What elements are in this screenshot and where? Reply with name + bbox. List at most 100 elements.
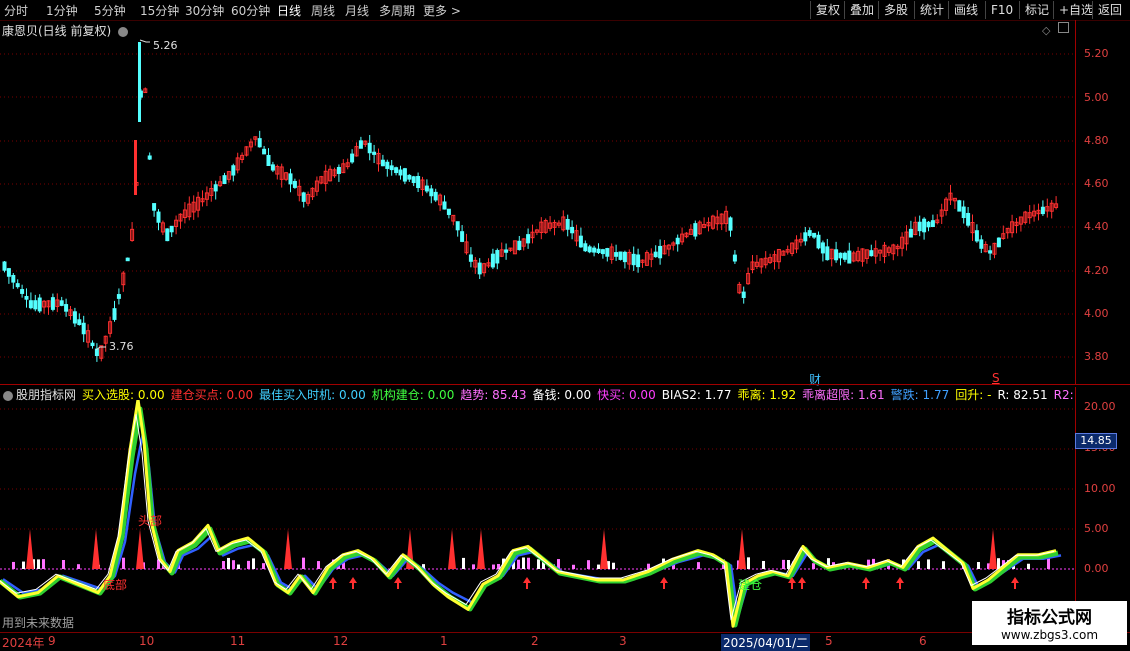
signal-bar bbox=[227, 557, 230, 569]
buy-arrow bbox=[329, 577, 337, 589]
mark-button[interactable]: 标记 bbox=[1019, 1, 1054, 19]
flame-spike bbox=[477, 529, 485, 569]
candle-body bbox=[926, 221, 931, 228]
candle-body bbox=[262, 148, 267, 155]
price-tick: 4.60 bbox=[1084, 177, 1109, 190]
buy-arrow bbox=[394, 577, 402, 589]
candle-body bbox=[446, 208, 451, 215]
watermark-url: www.zbgs3.com bbox=[1000, 628, 1099, 642]
candle-body bbox=[213, 184, 218, 192]
signal-bar bbox=[302, 557, 305, 569]
candle-body bbox=[28, 300, 33, 309]
candle-body bbox=[596, 248, 601, 254]
candle-body bbox=[460, 231, 465, 242]
candle-body bbox=[367, 142, 372, 154]
indicator-axis: 20.00 15.00 10.00 5.00 0.00 bbox=[1075, 387, 1130, 632]
signal-bar bbox=[522, 557, 525, 569]
date-tick: 3 bbox=[619, 634, 627, 648]
signal-bar bbox=[472, 564, 475, 569]
indicator-tick: 10.00 bbox=[1084, 482, 1116, 495]
period-tab-15min[interactable]: 15分钟 bbox=[140, 2, 179, 19]
buy-arrow bbox=[660, 577, 668, 589]
high-price-label: 5.26 bbox=[153, 39, 178, 52]
candle-body bbox=[15, 283, 20, 288]
fuquan-button[interactable]: 复权 bbox=[810, 1, 845, 19]
gear-icon[interactable] bbox=[3, 390, 13, 401]
candle-body bbox=[930, 220, 935, 228]
indicator-gridlines bbox=[0, 408, 1075, 570]
candle-body bbox=[402, 168, 407, 182]
date-tick: 11 bbox=[230, 634, 246, 648]
overlay-button[interactable]: 叠加 bbox=[844, 1, 879, 19]
period-tab-fenshi[interactable]: 分时 bbox=[4, 2, 28, 19]
candle-body bbox=[156, 211, 161, 223]
candle-body bbox=[169, 225, 174, 233]
signal-bar bbox=[237, 564, 240, 569]
candle-body bbox=[90, 342, 95, 347]
candle-body bbox=[394, 167, 399, 174]
cursor-date: 2025/04/01/二 bbox=[721, 634, 811, 651]
candle-body bbox=[407, 174, 412, 180]
candle-body bbox=[728, 217, 733, 231]
candle-body bbox=[570, 226, 575, 234]
date-tick: 5 bbox=[825, 634, 833, 648]
period-tab-multi[interactable]: 多周期 bbox=[379, 2, 415, 19]
buy-arrow bbox=[896, 577, 904, 589]
candle-body bbox=[587, 246, 592, 253]
signal-bar bbox=[247, 560, 250, 569]
price-tick: 4.00 bbox=[1084, 307, 1109, 320]
candle-body bbox=[64, 304, 69, 312]
period-tab-30min[interactable]: 30分钟 bbox=[185, 2, 224, 19]
signal-bar bbox=[12, 561, 15, 569]
price-tick: 4.40 bbox=[1084, 220, 1109, 233]
sell-marker[interactable]: S bbox=[992, 371, 1000, 385]
candle-body bbox=[116, 294, 121, 299]
candle-body bbox=[966, 212, 971, 226]
build-label: 建仓 bbox=[738, 578, 763, 592]
signal-bar bbox=[587, 560, 590, 569]
signal-bar bbox=[977, 561, 980, 569]
buy-arrow bbox=[862, 577, 870, 589]
candle-body bbox=[592, 247, 597, 253]
back-button[interactable]: 返回 bbox=[1092, 1, 1127, 19]
period-tab-monthly[interactable]: 月线 bbox=[345, 2, 369, 19]
candlestick-chart[interactable] bbox=[0, 20, 1075, 385]
bottom-label: 底部 bbox=[103, 578, 128, 592]
candle-body bbox=[653, 251, 658, 258]
period-tab-5min[interactable]: 5分钟 bbox=[94, 2, 126, 19]
candle-body bbox=[631, 253, 636, 266]
signal-bar bbox=[812, 563, 815, 569]
candle-body bbox=[442, 201, 447, 210]
date-tick: 12 bbox=[333, 634, 349, 648]
draw-line-button[interactable]: 画线 bbox=[948, 1, 983, 19]
candle-body bbox=[72, 311, 77, 324]
signal-bar bbox=[62, 560, 65, 569]
price-axis: 5.20 5.00 4.80 4.60 4.40 4.20 4.00 3.80 bbox=[1075, 20, 1130, 385]
candle-body bbox=[231, 165, 236, 176]
period-tab-weekly[interactable]: 周线 bbox=[311, 2, 335, 19]
candle-body bbox=[50, 297, 55, 310]
candle-body bbox=[81, 322, 86, 335]
period-tab-more[interactable]: 更多 > bbox=[423, 2, 461, 19]
future-data-note: 用到未来数据 bbox=[2, 616, 75, 630]
candle-body bbox=[77, 319, 82, 326]
candle-body bbox=[583, 243, 588, 252]
candle-body bbox=[270, 164, 275, 171]
date-tick: 6 bbox=[919, 634, 927, 648]
candle-body bbox=[842, 252, 847, 260]
candle-body bbox=[526, 234, 531, 244]
period-tab-daily[interactable]: 日线 bbox=[277, 2, 301, 19]
candle-body bbox=[996, 237, 1001, 248]
pane-divider bbox=[0, 384, 1130, 385]
signal-bar bbox=[122, 557, 125, 569]
statistics-button[interactable]: 统计 bbox=[914, 1, 949, 19]
multi-stock-button[interactable]: 多股 bbox=[878, 1, 913, 19]
signal-bar bbox=[747, 557, 750, 569]
spike-candle bbox=[134, 140, 137, 195]
period-tab-1min[interactable]: 1分钟 bbox=[46, 2, 78, 19]
candle-body bbox=[834, 249, 839, 261]
signal-bar bbox=[492, 564, 495, 569]
candle-body bbox=[988, 250, 993, 254]
f10-button[interactable]: F10 bbox=[985, 1, 1018, 19]
period-tab-60min[interactable]: 60分钟 bbox=[231, 2, 270, 19]
